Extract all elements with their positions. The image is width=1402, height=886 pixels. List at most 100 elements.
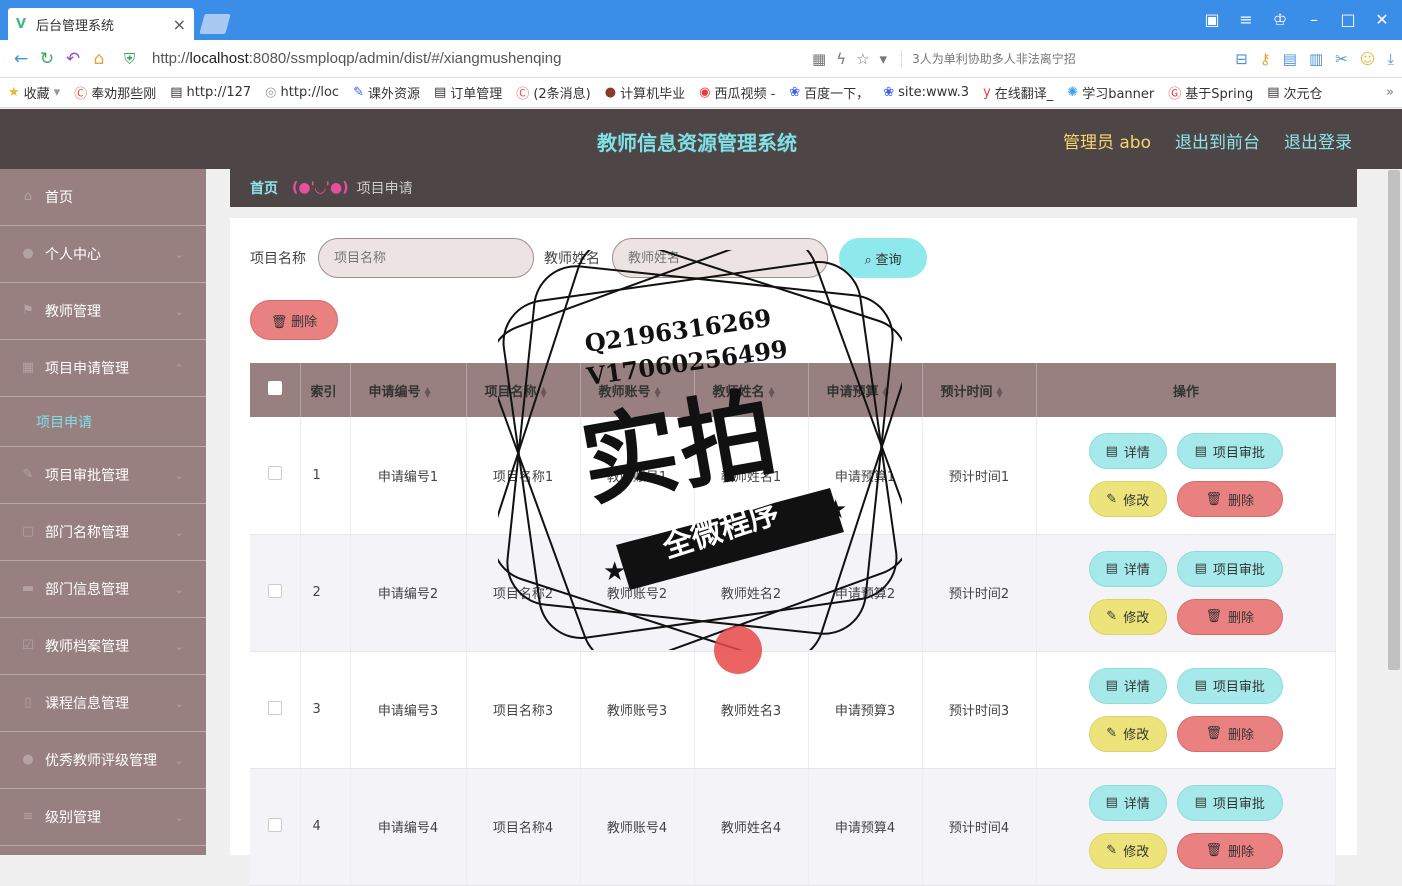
key-icon[interactable]: ⚷: [1260, 50, 1271, 68]
row-checkbox[interactable]: [267, 817, 282, 832]
bookmark-item[interactable]: ● 计算机毕业: [605, 83, 685, 102]
lightning-icon[interactable]: ϟ: [836, 50, 846, 68]
smile-icon[interactable]: ☺: [1360, 50, 1376, 68]
edit-button[interactable]: ✎ 修改: [1088, 598, 1167, 635]
star-icon[interactable]: ☆: [856, 50, 869, 68]
row-checkbox[interactable]: [267, 700, 282, 715]
detail-button[interactable]: ▤ 详情: [1088, 784, 1167, 821]
detail-button[interactable]: ▤ 详情: [1088, 433, 1167, 470]
url-field[interactable]: http://localhost:8080/ssmploqp/admin/dis…: [152, 50, 802, 67]
detail-button[interactable]: ▤ 详情: [1088, 667, 1167, 704]
dropdown-icon[interactable]: ▾: [880, 50, 888, 68]
logout-link[interactable]: 退出登录: [1284, 128, 1352, 153]
close-window-icon[interactable]: ✕: [1372, 10, 1392, 29]
download-icon[interactable]: ⤓: [1387, 50, 1394, 68]
qr-icon[interactable]: ▦: [812, 50, 826, 68]
sidebar-item-profile[interactable]: ● 个人中心 ⌄: [0, 226, 206, 283]
edit-button[interactable]: ✎ 修改: [1088, 715, 1167, 752]
menu-icon[interactable]: ≡: [1236, 10, 1256, 29]
page-scrollbar[interactable]: [1388, 170, 1400, 670]
query-button[interactable]: ⌕ 查询: [839, 238, 927, 278]
header-time[interactable]: 预计时间 ▲ ▼: [922, 363, 1037, 417]
bookmark-item[interactable]: ★ 收藏 ▾: [8, 83, 60, 102]
delete-button[interactable]: 🗑 删除: [1176, 598, 1283, 635]
scissors-icon[interactable]: ✂: [1335, 50, 1348, 68]
user-icon: ●: [22, 752, 34, 767]
bookmark-item[interactable]: ▤ 次元仓: [1267, 83, 1322, 102]
book-icon[interactable]: ▥: [1309, 50, 1323, 68]
bookmark-item[interactable]: ◎ http://loc: [265, 85, 339, 100]
edit-button[interactable]: ✎ 修改: [1088, 832, 1167, 869]
delete-button[interactable]: 🗑 删除: [1176, 481, 1283, 518]
sidebar-item-teacher-archive[interactable]: ☑ 教师档案管理 ⌄: [0, 618, 206, 675]
bookmark-item[interactable]: ◉ 西瓜视频 -: [699, 83, 775, 102]
project-name-input[interactable]: [318, 238, 534, 278]
bookmark-item[interactable]: ✎ 课外资源: [353, 83, 420, 102]
header-code[interactable]: 申请编号 ▲ ▼: [350, 363, 467, 417]
sidebar-item-dept-name[interactable]: ▢ 部门名称管理 ⌄: [0, 504, 206, 561]
doc-icon: ▤: [1105, 561, 1118, 576]
row-checkbox[interactable]: [267, 583, 282, 598]
refresh-icon[interactable]: ↻: [34, 49, 60, 69]
teacher-name-input[interactable]: [612, 238, 828, 278]
row-checkbox[interactable]: [267, 466, 282, 481]
sidebar-item-excellent-teacher[interactable]: ● 优秀教师评级管理 ⌄: [0, 732, 206, 789]
trash-icon: 🗑: [1205, 726, 1222, 741]
cell-teacher: 教师姓名4: [694, 768, 809, 886]
doc-icon: ▤: [1105, 678, 1118, 693]
star-icon: ★: [8, 85, 20, 100]
bookmark-item[interactable]: ❀ site:www.3: [883, 85, 969, 100]
cell-name: 项目名称3: [466, 651, 581, 769]
audit-button[interactable]: ▤ 项目审批: [1176, 550, 1283, 587]
batch-delete-button[interactable]: 🗑 删除: [250, 300, 338, 340]
more-bookmarks-icon[interactable]: »: [1386, 85, 1394, 100]
bookmark-item[interactable]: ❀ 百度一下，: [789, 83, 869, 102]
translate-icon[interactable]: ⊟: [1235, 50, 1248, 68]
doc-icon: ▤: [1194, 443, 1207, 459]
edit-button[interactable]: ✎ 修改: [1088, 481, 1167, 518]
delete-button[interactable]: 🗑 删除: [1176, 832, 1283, 869]
sidebar-item-project-audit[interactable]: ✎ 项目审批管理 ⌄: [0, 447, 206, 504]
bookmark-item[interactable]: Ⓒ 奉劝那些刚: [74, 83, 156, 102]
bookmark-item[interactable]: Ⓖ 基于Spring: [1168, 83, 1253, 102]
sidebar-item-project-apply[interactable]: ▦ 项目申请管理 ⌃: [0, 340, 206, 397]
back-to-front-link[interactable]: 退出到前台: [1175, 128, 1260, 153]
sidebar-item-teachers[interactable]: ⚑ 教师管理 ⌄: [0, 283, 206, 340]
button-label: 详情: [1123, 563, 1150, 578]
bookmark-item[interactable]: ✺ 学习banner: [1067, 83, 1154, 102]
home-icon: ⌂: [23, 189, 33, 204]
delete-button[interactable]: 🗑 删除: [1176, 715, 1283, 752]
sidebar-item-course-info[interactable]: ▯ 课程信息管理 ⌄: [0, 675, 206, 732]
address-tools: ▦ ϟ ☆ ▾: [812, 50, 887, 68]
home-icon[interactable]: ⌂: [86, 49, 112, 69]
audit-button[interactable]: ▤ 项目审批: [1176, 433, 1283, 470]
audit-button[interactable]: ▤ 项目审批: [1176, 784, 1283, 821]
page-icon[interactable]: ▤: [1283, 50, 1297, 68]
bookmark-item[interactable]: ▤ http://127: [170, 85, 251, 100]
bookmark-item[interactable]: Ⓒ (2条消息): [516, 83, 590, 102]
header-project-name[interactable]: 项目名称 ▲ ▼: [466, 363, 581, 417]
detail-button[interactable]: ▤ 详情: [1088, 550, 1167, 587]
sidebar-item-dept-info[interactable]: ▬ 部门信息管理 ⌄: [0, 561, 206, 618]
doc-icon: ▤: [1194, 678, 1207, 693]
cell-ops: ▤ 详情 ▤ 项目审批 ✎ 修改 🗑 删除: [1036, 417, 1336, 535]
header-budget[interactable]: 申请预算 ▲ ▼: [808, 363, 923, 417]
skin-icon[interactable]: ♔: [1270, 10, 1290, 29]
breadcrumb-home[interactable]: 首页: [250, 178, 278, 198]
sidebar-subitem-project-apply[interactable]: 项目申请: [0, 397, 206, 447]
browser-tab[interactable]: V 后台管理系统 ×: [8, 8, 194, 40]
close-tab-icon[interactable]: ×: [173, 15, 186, 34]
bookmark-item[interactable]: y 在线翻译_: [983, 83, 1053, 102]
sidebar-item-home[interactable]: ⌂ 首页: [0, 169, 206, 226]
new-tab-button[interactable]: [199, 14, 231, 34]
maximize-icon[interactable]: □: [1338, 10, 1358, 29]
back-icon[interactable]: ←: [8, 49, 34, 69]
bookmark-item[interactable]: ▤ 订单管理: [434, 83, 502, 102]
audit-button[interactable]: ▤ 项目审批: [1176, 667, 1283, 704]
select-all-checkbox[interactable]: [267, 381, 282, 395]
minimize-icon[interactable]: –: [1304, 10, 1324, 29]
undo-icon[interactable]: ↶: [60, 49, 86, 69]
sidebar-toggle-icon[interactable]: ▣: [1202, 10, 1222, 29]
sidebar-item-level[interactable]: ≡ 级别管理 ⌄: [0, 789, 206, 846]
browser-search-box[interactable]: 3人为单利协助多人非法离宁招: [901, 50, 1101, 67]
